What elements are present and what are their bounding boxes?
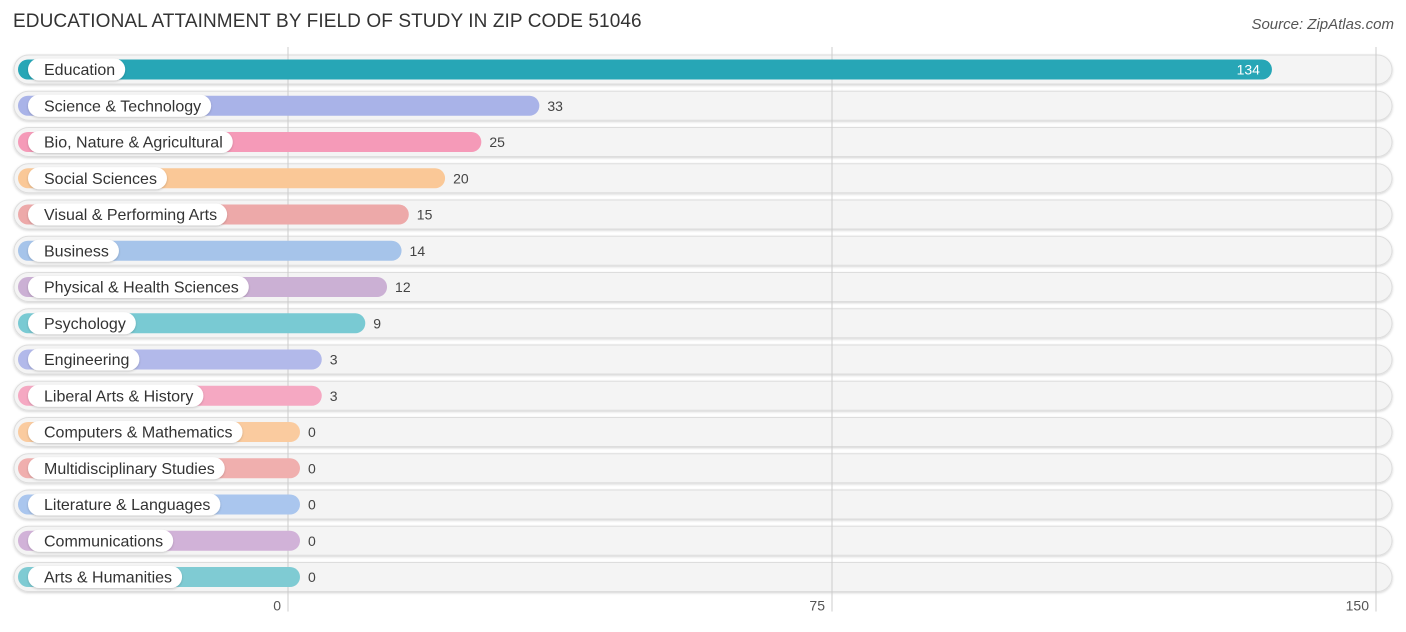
bar-group: Arts & Humanities 0: [18, 566, 316, 588]
category-label: Social Sciences: [44, 171, 157, 188]
x-tick-label: 75: [809, 598, 825, 614]
bar-group: Bio, Nature & Agricultural 25: [18, 131, 505, 153]
bar: [18, 59, 1272, 80]
value-label: 25: [489, 134, 505, 150]
value-label: 9: [373, 315, 381, 331]
category-label: Multidisciplinary Studies: [44, 461, 215, 478]
category-label: Physical & Health Sciences: [44, 280, 239, 297]
value-label: 0: [308, 533, 316, 549]
bar-group: Business 14: [18, 239, 426, 262]
category-label: Liberal Arts & History: [44, 388, 193, 405]
axis-ticks: 0 75 150: [273, 598, 1369, 614]
value-label: 3: [330, 388, 338, 404]
bar-group: Psychology 9: [18, 312, 381, 335]
value-label: 134: [1237, 62, 1261, 78]
category-label: Bio, Nature & Agricultural: [44, 135, 223, 152]
category-label: Education: [44, 62, 115, 79]
category-label: Business: [44, 243, 109, 260]
category-label: Communications: [44, 533, 163, 550]
x-tick-label: 0: [273, 598, 281, 614]
x-tick-label: 150: [1346, 598, 1370, 614]
category-label: Literature & Languages: [44, 497, 210, 514]
value-label: 15: [417, 207, 433, 223]
value-label: 0: [308, 424, 316, 440]
bar-group: Engineering 3: [18, 348, 338, 371]
bar-group: Science & Technology 33: [18, 94, 563, 117]
bar-group: Liberal Arts & History 3: [18, 384, 338, 407]
category-label: Science & Technology: [44, 98, 201, 115]
value-label: 0: [308, 497, 316, 513]
bar-group: Social Sciences 20: [18, 167, 469, 190]
category-label: Computers & Mathematics: [44, 425, 233, 442]
value-label: 14: [410, 243, 426, 259]
value-label: 33: [547, 98, 563, 114]
category-label: Engineering: [44, 352, 129, 369]
bar-group: Visual & Performing Arts 15: [18, 203, 433, 226]
category-label: Psychology: [44, 316, 126, 333]
bar-group: Computers & Mathematics 0: [18, 421, 316, 443]
value-label: 12: [395, 279, 411, 295]
category-label: Arts & Humanities: [44, 570, 172, 587]
category-label: Visual & Performing Arts: [44, 207, 217, 224]
value-label: 0: [308, 569, 316, 585]
bar-group: Education 134: [18, 58, 1272, 81]
value-label: 20: [453, 170, 469, 186]
bar-group: Literature & Languages 0: [18, 493, 316, 516]
bar-group: Communications 0: [18, 529, 316, 552]
bar-group: Multidisciplinary Studies 0: [18, 457, 316, 480]
value-label: 0: [308, 460, 316, 476]
bar-chart: Education 134Science & Technology 33Bio, N…: [13, 47, 1393, 614]
bar-group: Physical & Health Sciences 12: [18, 276, 411, 298]
value-label: 3: [330, 352, 338, 368]
